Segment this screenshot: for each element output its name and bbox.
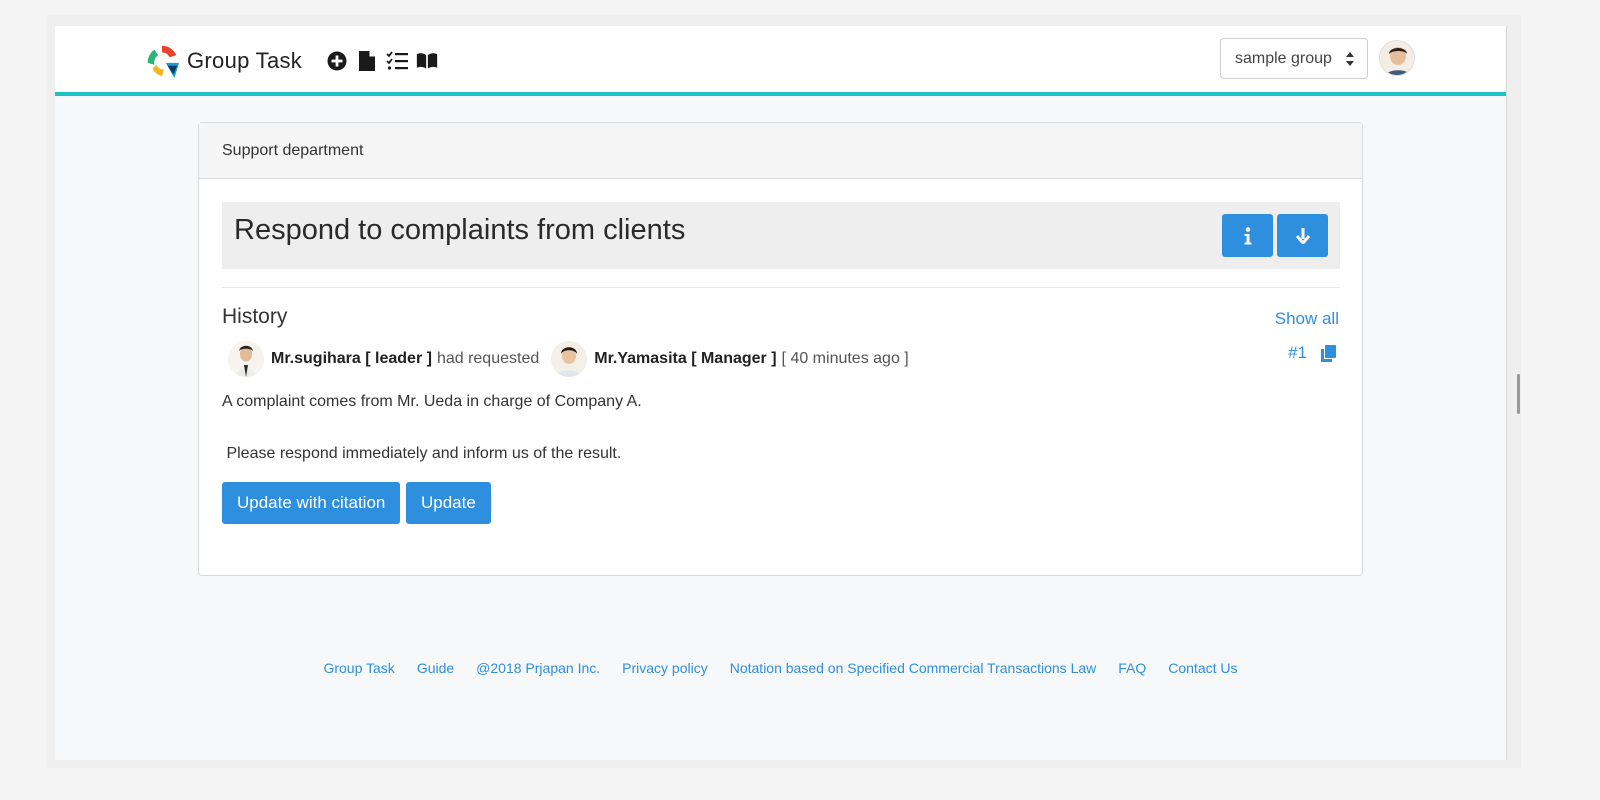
requester-name[interactable]: Mr.sugihara [ leader ] [271, 350, 432, 368]
footer-link-guide[interactable]: Guide [417, 660, 454, 676]
action-text: had requested [436, 350, 540, 367]
footer-link-contact[interactable]: Contact Us [1168, 660, 1237, 676]
time-ago: [ 40 minutes ago ] [781, 350, 909, 367]
history-number-link[interactable]: #1 [1288, 343, 1307, 363]
update-with-citation-button[interactable]: Update with citation [222, 482, 401, 524]
group-task-logo-icon [147, 45, 180, 79]
department-label: Support department [222, 141, 364, 159]
top-header: Group Task sample group [55, 26, 1506, 96]
divider [222, 287, 1340, 288]
sort-arrows-icon [1346, 52, 1354, 66]
info-button[interactable] [1222, 214, 1273, 257]
footer-link-faq[interactable]: FAQ [1118, 660, 1146, 676]
history-entry-header: Mr.sugihara [ leader ] had requested Mr.… [228, 341, 909, 377]
footer-link-notation[interactable]: Notation based on Specified Commercial T… [730, 660, 1097, 676]
requester-avatar[interactable] [228, 341, 264, 377]
arrow-down-icon [1295, 227, 1310, 244]
assignee-name[interactable]: Mr.Yamasita [ Manager ] [594, 350, 776, 368]
copy-icon[interactable] [1321, 344, 1336, 362]
task-title-bar: Respond to complaints from clients [222, 202, 1340, 269]
group-select-value: sample group [1235, 49, 1332, 67]
card-header: Support department [199, 123, 1362, 179]
footer: Group Task Guide @2018 Prjapan Inc. Priv… [55, 660, 1506, 676]
body-line-2: Please respond immediately and inform us… [222, 445, 622, 462]
footer-link-group-task[interactable]: Group Task [323, 660, 394, 676]
footer-link-copyright[interactable]: @2018 Prjapan Inc. [476, 660, 600, 676]
update-button[interactable]: Update [406, 482, 491, 524]
checklist-icon[interactable] [386, 50, 409, 72]
history-entry-meta: #1 [1288, 343, 1336, 363]
app-frame: Group Task sample group Support departme… [55, 26, 1507, 760]
document-icon[interactable] [356, 50, 378, 72]
group-select[interactable]: sample group [1220, 38, 1368, 79]
task-card: Support department Respond to complaints… [198, 122, 1363, 576]
body-line-1: A complaint comes from Mr. Ueda in charg… [222, 393, 642, 410]
plus-circle-icon[interactable] [326, 50, 348, 72]
user-avatar[interactable] [1379, 40, 1415, 76]
scroll-down-button[interactable] [1277, 214, 1328, 257]
history-entry-body: A complaint comes from Mr. Ueda in charg… [222, 389, 642, 467]
history-heading: History [222, 305, 288, 328]
header-toolbar [326, 50, 438, 72]
footer-link-privacy[interactable]: Privacy policy [622, 660, 708, 676]
scrollbar-thumb[interactable] [1517, 374, 1520, 414]
show-all-link[interactable]: Show all [1275, 309, 1339, 329]
book-icon[interactable] [416, 50, 438, 72]
info-icon [1244, 226, 1251, 244]
assignee-avatar[interactable] [551, 341, 588, 377]
brand-title: Group Task [187, 48, 303, 73]
brand[interactable]: Group Task [143, 42, 438, 80]
task-title: Respond to complaints from clients [234, 214, 686, 246]
